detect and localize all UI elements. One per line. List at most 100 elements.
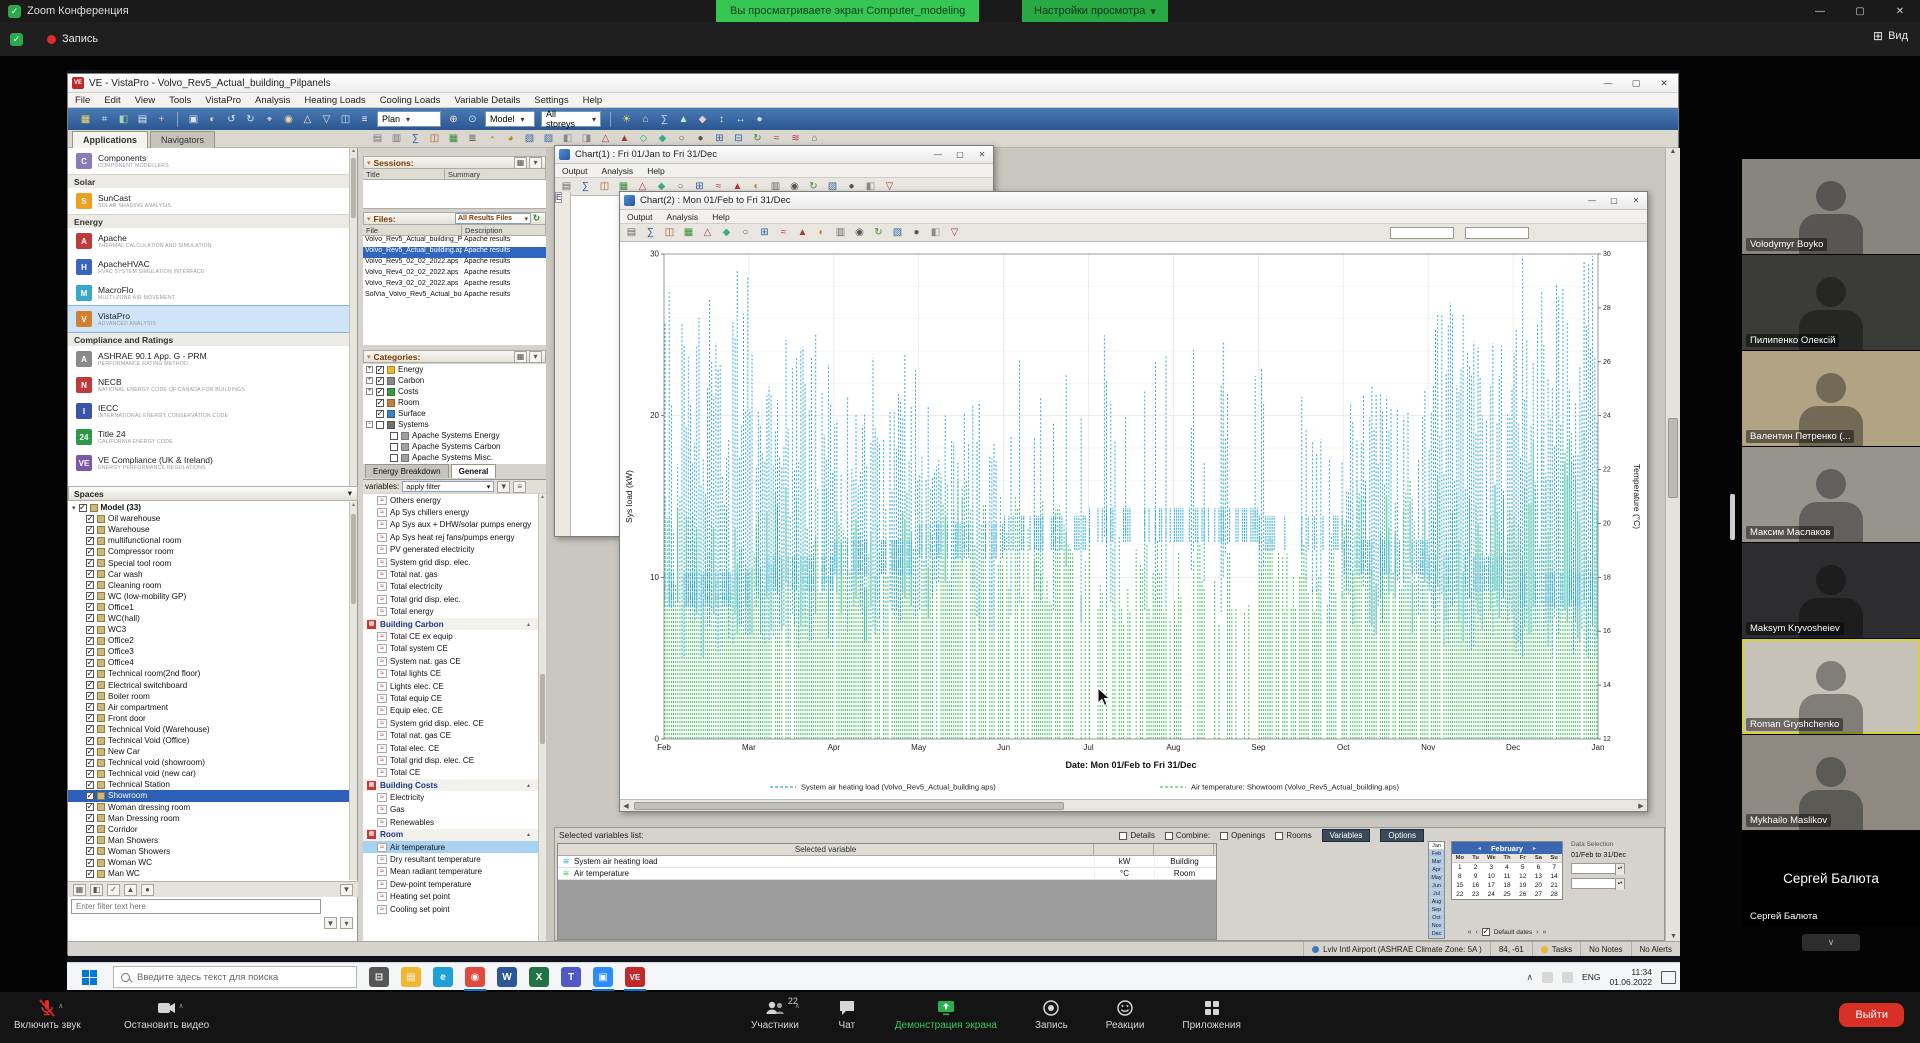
space-row-showroom[interactable]: Showroom (68, 790, 350, 801)
menu-heating-loads[interactable]: Heating Loads (297, 95, 372, 106)
space-row-wc-low-mobility-gp[interactable]: WC (low-mobility GP) (68, 591, 350, 602)
sessions-table-body[interactable] (363, 180, 546, 209)
variable-row-electricity[interactable]: ≈Electricity (363, 791, 538, 803)
variable-row-total-lights-ce[interactable]: ≈Total lights CE (363, 667, 538, 679)
file-row[interactable]: Volvo_Rev3_02_02_2022.apsApache results (363, 280, 546, 291)
category-row-room[interactable]: +Room (363, 397, 546, 408)
toolbar-icon[interactable]: ▲ (616, 131, 633, 146)
checkbox[interactable] (86, 515, 94, 523)
toolbar-icon[interactable]: ≣ (464, 131, 481, 146)
toolbar-icon[interactable]: ○ (673, 131, 690, 146)
variables-filter-dropdown[interactable]: apply filter (402, 481, 494, 492)
share-screen-button[interactable]: Демонстрация экрана (889, 996, 1003, 1033)
checkbox[interactable] (86, 559, 94, 567)
toolbar-icon[interactable]: ☀ (618, 112, 635, 127)
space-row-woman-dressing-room[interactable]: Woman dressing room (68, 802, 350, 813)
variable-row-total-grid-disp-elec[interactable]: ≈Total grid disp. elec. (363, 593, 538, 605)
variable-row-cooling-set-point[interactable]: ≈Cooling set point (363, 903, 538, 915)
stop-video-button[interactable]: ∧ Остановить видео (118, 996, 215, 1033)
calendar-prev-icon[interactable]: ◂ (1478, 845, 1481, 852)
volume-icon[interactable] (1562, 972, 1573, 983)
categories-header[interactable]: ▾Categories: ▦▾ (363, 350, 546, 363)
space-row-multifunctional-room[interactable]: multifunctional room (68, 535, 350, 546)
toolbar-icon[interactable]: ⊟ (730, 131, 747, 146)
space-row-car-wash[interactable]: Car wash (68, 569, 350, 580)
participant-video-максим-маслаков[interactable]: Максим Маслаков (1742, 447, 1920, 542)
space-row-man-dressing-room[interactable]: Man Dressing room (68, 813, 350, 824)
funnel-icon[interactable]: ▼ (497, 481, 510, 493)
menu-tools[interactable]: Tools (162, 95, 198, 106)
app-item-macroflo[interactable]: MMacroFloMULTI-ZONE AIR MOVEMENT (68, 280, 350, 306)
selected-variable-row[interactable]: ≋Air temperature°CRoom (558, 868, 1216, 880)
toolbar-icon[interactable]: △ (299, 112, 316, 127)
spaces-scrollbar[interactable]: ▲ (349, 502, 357, 880)
option-rooms[interactable]: Rooms (1275, 831, 1311, 840)
chart1-minimize-button[interactable]: — (927, 147, 949, 163)
toolbar-icon[interactable]: ∑ (407, 131, 424, 146)
storeys-dropdown[interactable]: All storeys (541, 111, 601, 127)
toolbar-icon[interactable]: ▲ (675, 112, 692, 127)
toolbar-icon[interactable]: ≈ (768, 131, 785, 146)
checkbox[interactable] (376, 421, 384, 429)
start-button[interactable] (67, 963, 111, 991)
checkbox[interactable] (86, 592, 94, 600)
tray-chevron-icon[interactable]: ∧ (1526, 972, 1533, 983)
checkbox[interactable] (86, 670, 94, 678)
space-row-technical-void-office[interactable]: Technical Void (Office) (68, 735, 350, 746)
toolbar-icon[interactable]: ▧ (889, 225, 906, 240)
toolbar-icon[interactable]: ◇ (635, 131, 652, 146)
menu-help[interactable]: Help (640, 166, 671, 176)
toolbar-icon[interactable]: ◧ (927, 225, 944, 240)
status-alerts[interactable]: No Alerts (1631, 942, 1680, 956)
participant-video-mykhailo-maslikov[interactable]: Mykhailo Maslikov (1742, 735, 1920, 830)
space-row-technical-station[interactable]: Technical Station (68, 779, 350, 790)
month-sep[interactable]: Sep (1429, 906, 1444, 914)
category-row-systems[interactable]: −Systems (363, 419, 546, 430)
calendar-date[interactable]: 10 (1483, 872, 1499, 881)
variable-row-ap-sys-chillers-energy[interactable]: ≈Ap Sys chillers energy (363, 506, 538, 518)
toolbar-icon[interactable]: ● (751, 112, 768, 127)
checkbox[interactable] (390, 454, 398, 462)
category-row-carbon[interactable]: +Carbon (363, 375, 546, 386)
taskbar-edge-icon[interactable]: e (427, 963, 459, 991)
toolbar-icon[interactable]: ◔ (483, 131, 500, 146)
toolbar-icon[interactable]: ▦ (680, 225, 697, 240)
variable-section-building-carbon[interactable]: ▦Building Carbon▴ (363, 618, 538, 630)
toolbar-icon[interactable]: ◫ (337, 112, 354, 127)
app-item-apachehvac[interactable]: HApacheHVACHVAC SYSTEM SIMULATION INTERF… (68, 254, 350, 280)
checkbox[interactable] (79, 504, 87, 512)
checkbox[interactable] (86, 792, 94, 800)
chart-combo-box[interactable] (1465, 227, 1529, 239)
chart2-close-button[interactable]: ✕ (1625, 193, 1647, 209)
calendar-date[interactable]: 8 (1452, 872, 1468, 881)
toolbar-icon[interactable]: ⊞ (711, 131, 728, 146)
variable-row-heating-set-point[interactable]: ≈Heating set point (363, 891, 538, 903)
variable-row-gas[interactable]: ≈Gas (363, 804, 538, 816)
checkbox[interactable] (1220, 832, 1228, 840)
checkbox[interactable] (1275, 832, 1283, 840)
chart2-plot-area[interactable]: FebMarAprMayJunJulAugSepOctNovDecJan0102… (620, 242, 1647, 801)
toolbar-icon[interactable]: ↔ (732, 112, 749, 127)
menu-variable-details[interactable]: Variable Details (447, 95, 527, 106)
taskbar-task-view-icon[interactable]: ⊟ (363, 963, 395, 991)
space-row-boiler-room[interactable]: Boiler room (68, 691, 350, 702)
variable-row-total-elec-ce[interactable]: ≈Total elec. CE (363, 742, 538, 754)
chart1-close-button[interactable]: ✕ (971, 147, 993, 163)
file-row[interactable]: Volvo_Rev5_Actual_building.apsApache res… (363, 247, 546, 258)
menu-help[interactable]: Help (705, 212, 736, 222)
button-variables[interactable]: Variables (1322, 829, 1371, 842)
menu-settings[interactable]: Settings (527, 95, 575, 106)
export-icon[interactable]: E (555, 192, 562, 203)
toolbar-icon[interactable]: ⊙ (464, 112, 481, 127)
files-header[interactable]: ▾Files: All Results Files ↻ (363, 212, 546, 225)
participant-video-volodymyr-boyko[interactable]: Volodymyr Boyko (1742, 159, 1920, 254)
chevron-down-icon[interactable]: ▾ (529, 351, 542, 363)
checkbox[interactable] (86, 759, 94, 767)
toolbar-icon[interactable]: ◫ (596, 179, 613, 194)
variable-row-total-energy[interactable]: ≈Total energy (363, 606, 538, 618)
variable-row-renewables[interactable]: ≈Renewables (363, 816, 538, 828)
ve-maximize-button[interactable]: ▢ (1622, 74, 1650, 92)
chevron-up-icon[interactable]: ∧ (795, 1002, 800, 1010)
space-row-office2[interactable]: Office2 (68, 635, 350, 646)
toolbar-icon[interactable]: ▨ (540, 131, 557, 146)
